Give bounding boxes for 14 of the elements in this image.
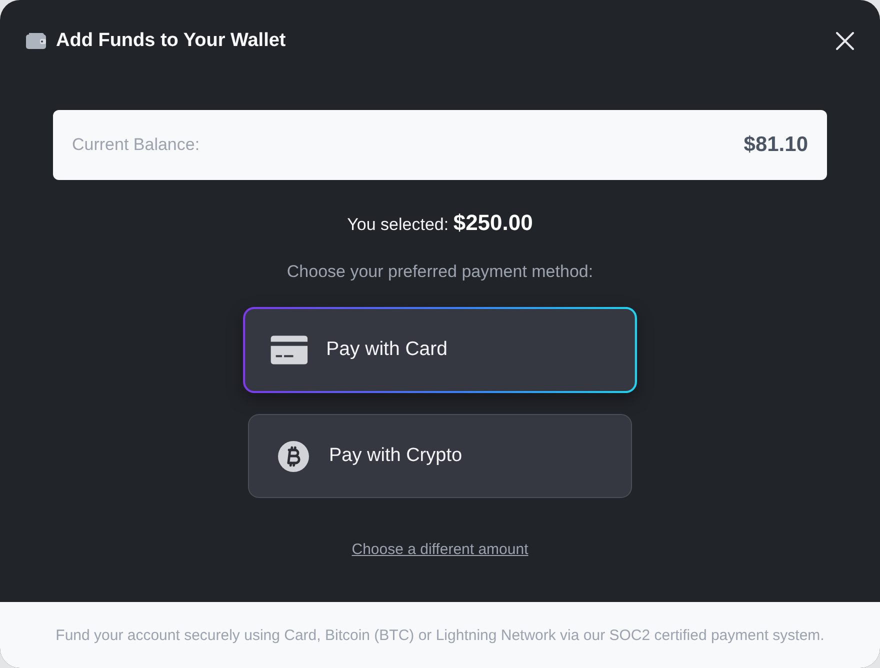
payment-method-prompt: Choose your preferred payment method: (286, 261, 594, 283)
close-icon (836, 32, 854, 50)
selected-amount-text: You selected: $250.00 (347, 209, 533, 237)
wallet-icon (26, 33, 46, 49)
close-button[interactable] (836, 32, 854, 50)
balance-label: Current Balance: (72, 135, 200, 155)
payment-option-button[interactable]: Pay with Crypto (248, 414, 632, 498)
footer-text: Fund your account securely using Card, Bitcoin (BTC) or Lightning Network via our SOC2 certified payment system. (56, 626, 824, 644)
dialog-title: Add Funds to Your Wallet (56, 30, 287, 52)
credit-card-icon (270, 336, 308, 364)
balance-amount: $81.10 (744, 133, 808, 157)
bitcoin-icon (278, 440, 308, 472)
payment-option-button[interactable]: Pay with Card (243, 306, 637, 394)
change-amount-link[interactable]: Choose a different amount (352, 540, 528, 560)
